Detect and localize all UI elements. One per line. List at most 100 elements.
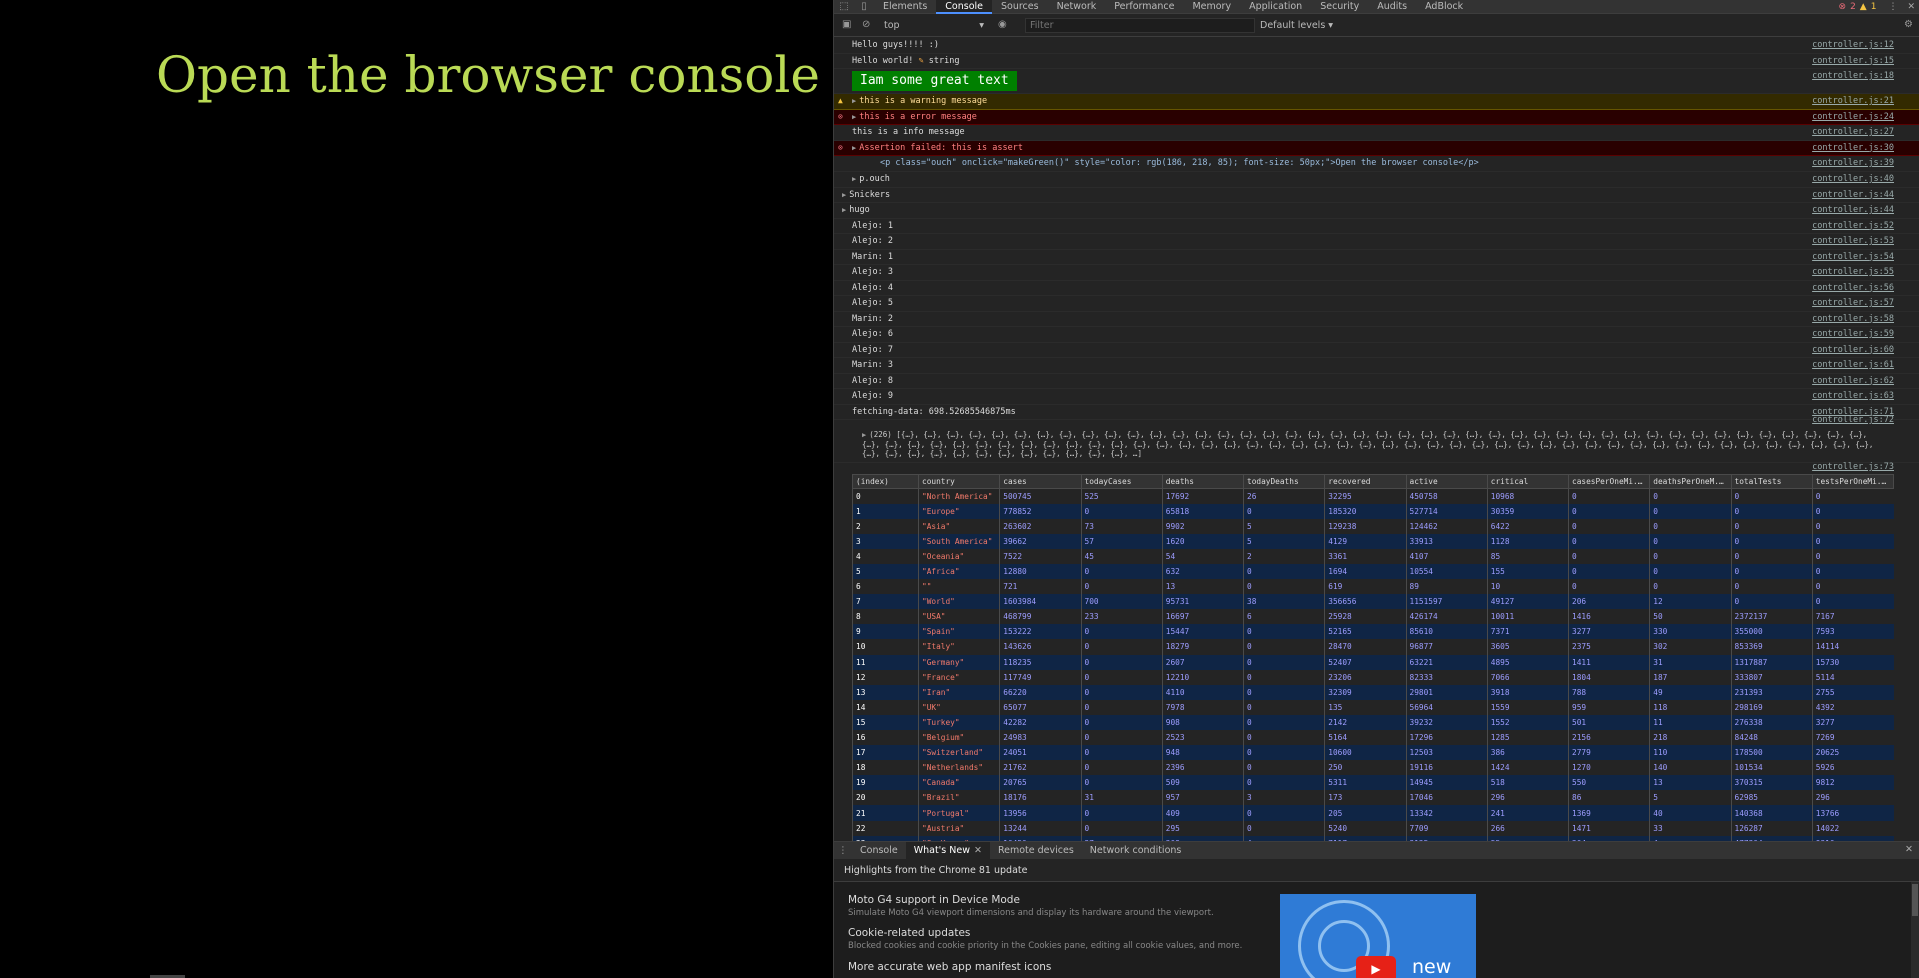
whats-new-video-thumbnail[interactable]: ▶ new [1280,894,1476,978]
source-link[interactable]: controller.js:21 [1812,94,1894,109]
source-link[interactable]: controller.js:59 [1812,327,1894,342]
drawer-tab-console[interactable]: Console [852,842,906,860]
table-cell: 1620 [1161,533,1244,549]
tab-elements[interactable]: Elements [874,0,936,14]
group-text[interactable]: hugo [849,205,869,215]
issue-counters[interactable]: ⊗ 2 ▲ 1 ⋮ ✕ [1839,0,1919,14]
group-text[interactable]: Snickers [849,190,890,200]
console-settings-gear-icon[interactable]: ⚙ [1904,19,1913,30]
device-toolbar-icon[interactable]: ▯ [854,0,874,14]
close-drawer-icon[interactable]: ✕ [1905,844,1913,855]
console-sidebar-icon[interactable]: ▣ [842,19,851,30]
drawer-scrollbar[interactable] [1911,882,1919,978]
source-link[interactable]: controller.js:55 [1812,265,1894,280]
drawer-tab-remote-devices[interactable]: Remote devices [990,842,1082,860]
table-header-cell[interactable]: todayCases [1080,474,1163,489]
source-link[interactable]: controller.js:63 [1812,389,1894,404]
clear-console-icon[interactable]: ⊘ [862,19,870,30]
expand-triangle-icon[interactable]: ▶ [852,97,856,105]
source-link[interactable]: controller.js:60 [1812,343,1894,358]
expand-triangle-icon[interactable]: ▶ [862,431,866,439]
expand-triangle-icon[interactable]: ▶ [852,113,856,121]
drawer-tab-whats-new[interactable]: What's New ✕ [905,841,990,860]
log-levels-dropdown[interactable]: Default levels ▾ [1260,20,1333,31]
more-options-icon[interactable]: ⋮ [1888,2,1897,12]
source-link[interactable]: controller.js:44 [1812,203,1894,218]
table-header-cell[interactable]: testsPerOneMi... [1811,474,1895,489]
drawer-tab-network-conditions[interactable]: Network conditions [1082,842,1190,860]
drawer-menu-icon[interactable]: ⋮ [834,845,852,856]
whats-new-item[interactable]: Moto G4 support in Device Mode Simulate … [848,894,1268,918]
tab-audits[interactable]: Audits [1368,0,1416,14]
console-filter-input[interactable] [1025,18,1255,33]
table-cell: 7371 [1486,624,1569,640]
source-link[interactable]: controller.js:52 [1812,219,1894,234]
source-link[interactable]: controller.js:40 [1812,172,1894,187]
source-link[interactable]: controller.js:12 [1812,38,1894,53]
tab-performance[interactable]: Performance [1105,0,1183,14]
table-header-cell[interactable]: country [917,474,1001,489]
tab-network[interactable]: Network [1048,0,1106,14]
source-link[interactable]: controller.js:27 [1812,125,1894,140]
table-header-cell[interactable]: todayDeaths [1242,474,1326,489]
close-devtools-icon[interactable]: ✕ [1907,2,1915,12]
table-header-cell[interactable]: deaths [1161,474,1245,489]
source-link[interactable]: controller.js:15 [1812,54,1894,69]
table-header-cell[interactable]: (index) [852,474,919,489]
live-expression-eye-icon[interactable]: ◉ [998,19,1007,30]
devtools-tabbar: ⬚ ▯ Elements Console Sources Network Per… [834,0,1919,14]
table-header-cell[interactable]: cases [999,474,1082,489]
expand-triangle-icon[interactable]: ▶ [852,144,856,152]
table-header-cell[interactable]: casesPerOneMi... [1567,474,1651,489]
play-icon[interactable]: ▶ [1356,956,1396,978]
object-text[interactable]: p.ouch [859,174,890,184]
table-header-cell[interactable]: active [1405,474,1488,489]
table-cell: 468799 [999,609,1081,625]
table-cell: 250 [1324,760,1406,776]
source-link[interactable]: controller.js:53 [1812,234,1894,249]
tab-adblock[interactable]: AdBlock [1416,0,1472,14]
source-link[interactable]: controller.js:62 [1812,374,1894,389]
array-summary-text[interactable]: ▶ (226) [{…}, {…}, {…}, {…}, {…}, {…}, {…… [852,430,1882,458]
table-cell: 0 [1080,563,1163,580]
table-row: 8 "USA" 468799 233 16697 6 25928 426174 10011 141… [852,609,1894,625]
expand-triangle-icon[interactable]: ▶ [842,206,846,214]
error-icon: ⊗ [838,111,843,121]
source-link[interactable]: controller.js:61 [1812,358,1894,373]
source-link[interactable]: controller.js:39 [1812,156,1894,171]
source-link[interactable]: controller.js:57 [1812,296,1894,311]
page-heading[interactable]: Open the browser console [156,46,820,104]
expand-triangle-icon[interactable]: ▶ [852,175,856,183]
tab-security[interactable]: Security [1311,0,1368,14]
source-link[interactable]: controller.js:73 [1812,463,1894,472]
source-link[interactable]: controller.js:72 [1812,416,1894,425]
table-cell: 12 [1649,594,1731,610]
table-header-cell[interactable]: critical [1486,474,1570,489]
html-element-preview[interactable]: <p class="ouch" onclick="makeGreen()" st… [852,158,1479,168]
whats-new-item[interactable]: Cookie-related updates Blocked cookies a… [848,927,1268,951]
scrollbar-thumb[interactable] [1912,884,1918,916]
inspect-element-icon[interactable]: ⬚ [834,0,854,14]
close-tab-icon[interactable]: ✕ [974,845,982,856]
tab-memory[interactable]: Memory [1183,0,1240,14]
count-row: Alejo: 7 controller.js:60 [834,343,1919,358]
source-link[interactable]: controller.js:56 [1812,281,1894,296]
table-cell: 187 [1649,669,1731,685]
table-header-cell[interactable]: totalTests [1730,474,1813,489]
source-link[interactable]: controller.js:18 [1812,69,1894,84]
source-link[interactable]: controller.js:30 [1812,141,1894,156]
whats-new-item[interactable]: More accurate web app manifest icons [848,961,1268,973]
context-select[interactable]: top ▾ [884,20,984,31]
tab-sources[interactable]: Sources [992,0,1048,14]
expand-triangle-icon[interactable]: ▶ [842,191,846,199]
table-header-cell[interactable]: deathsPerOneM... [1649,474,1732,489]
source-link[interactable]: controller.js:44 [1812,188,1894,203]
table-header-cell[interactable]: recovered [1324,474,1407,489]
tab-console[interactable]: Console [936,0,992,14]
table-cell: 15447 [1161,624,1244,640]
tab-application[interactable]: Application [1240,0,1311,14]
source-link[interactable]: controller.js:24 [1812,110,1894,125]
source-link[interactable]: controller.js:58 [1812,312,1894,327]
source-link[interactable]: controller.js:54 [1812,250,1894,265]
console-output[interactable]: Hello guys!!!! :) controller.js:12 Hello… [834,38,1919,841]
